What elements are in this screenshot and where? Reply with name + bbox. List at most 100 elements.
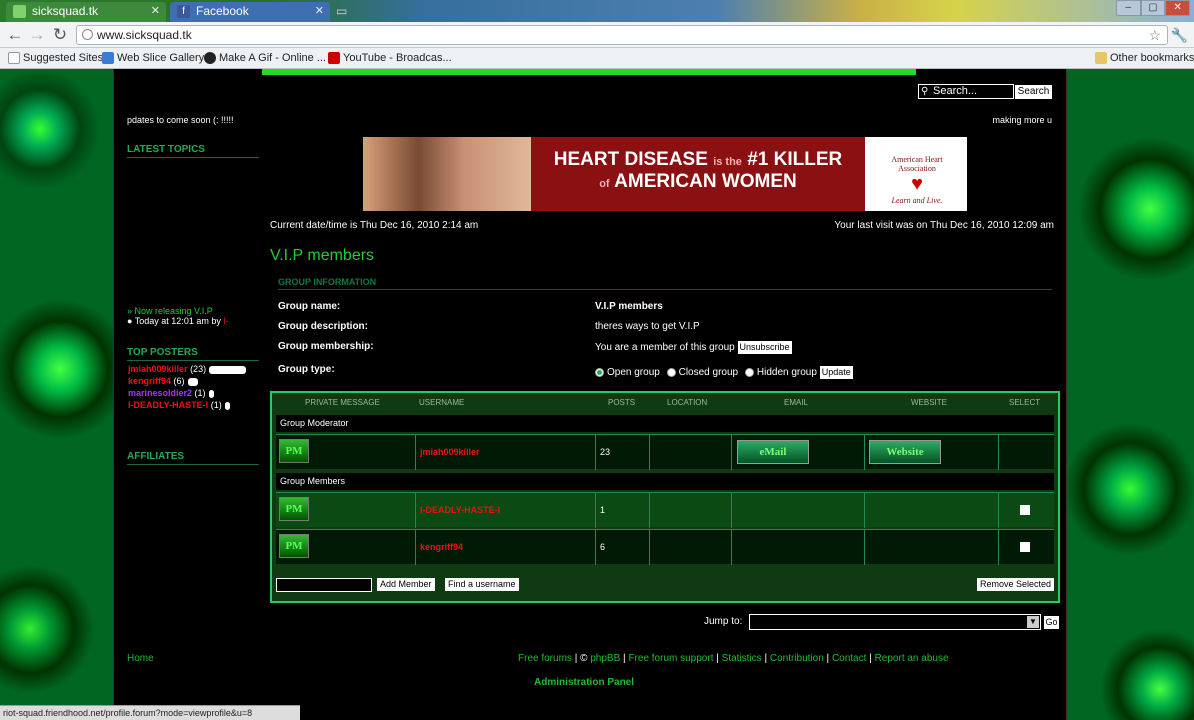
col-email: EMAIL — [784, 398, 809, 407]
page-icon — [8, 52, 20, 64]
jump-to-select[interactable]: ▼ — [749, 614, 1041, 630]
other-bookmarks[interactable]: Other bookmarks — [1095, 51, 1194, 66]
open-group-radio[interactable] — [595, 368, 604, 377]
top-poster-name[interactable]: kengriff94 — [128, 376, 171, 386]
group-description-label: Group description: — [278, 321, 368, 332]
go-button[interactable]: Go — [1044, 616, 1059, 629]
add-member-button[interactable]: Add Member — [377, 578, 435, 591]
banner-text: HEART DISEASE is the #1 KILLER of AMERIC… — [531, 137, 865, 211]
admin-panel-link[interactable]: Administration Panel — [534, 677, 634, 688]
pm-button[interactable]: PM — [279, 497, 309, 521]
top-poster-item: jmiah009killer (23) — [128, 364, 247, 374]
gif-icon — [204, 52, 216, 64]
tab-sicksquad[interactable]: sicksquad.tk ✕ — [6, 2, 166, 22]
forward-arrow-icon[interactable]: → — [26, 25, 48, 45]
close-tab-icon[interactable]: ✕ — [151, 2, 160, 21]
remove-selected-button[interactable]: Remove Selected — [976, 578, 1054, 591]
window-controls: – ▢ ✕ — [1116, 0, 1191, 16]
group-description-value: theres ways to get V.I.P — [595, 321, 700, 332]
group-name-label: Group name: — [278, 301, 341, 312]
close-tab-icon[interactable]: ✕ — [315, 2, 324, 21]
clock-icon: ● — [127, 316, 133, 326]
latest-topic-link[interactable]: » Now releasing V.I.P — [127, 306, 213, 316]
copyright-icon: © — [580, 653, 588, 664]
affiliates-heading: AFFILIATES — [127, 451, 259, 465]
bookmark-web-slice-gallery[interactable]: Web Slice Gallery — [102, 51, 204, 66]
posts-cell — [596, 530, 650, 565]
wrench-icon[interactable]: 🔧 — [1171, 27, 1188, 44]
col-private-message: PRIVATE MESSAGE — [305, 398, 380, 407]
top-poster-name[interactable]: marinesoldier2 — [128, 388, 192, 398]
bookmark-youtube[interactable]: YouTube - Broadcas... — [328, 51, 452, 66]
forum-frame: ⚲ Search... Search pdates to come soon (… — [113, 69, 1067, 720]
select-checkbox[interactable] — [1020, 542, 1030, 552]
search-button[interactable]: Search — [1015, 85, 1052, 99]
page-background: ⚲ Search... Search pdates to come soon (… — [0, 69, 1194, 720]
new-tab-button[interactable]: ▭ — [336, 4, 358, 18]
find-username-button[interactable]: Find a username — [445, 578, 519, 591]
add-member-input[interactable] — [276, 578, 372, 592]
username-cell — [416, 493, 596, 528]
latest-topic-author[interactable]: I- — [223, 316, 229, 326]
group-type-options: Open group Closed group Hidden group Upd… — [595, 366, 853, 379]
top-poster-bar — [208, 389, 214, 398]
back-arrow-icon[interactable]: ← — [4, 25, 26, 45]
table-row: PM jmiah009killer 23 eMail Website — [276, 434, 1054, 470]
banner-line1-small: is the — [713, 156, 742, 168]
email-cell — [732, 435, 865, 470]
radio-label: Closed group — [678, 367, 739, 379]
search-icon: ⚲ — [921, 86, 929, 97]
banner-line1-end: #1 KILLER — [747, 149, 843, 170]
col-select: SELECT — [1009, 398, 1041, 407]
banner-line2-small: of — [599, 178, 610, 190]
table-row: PM kengriff94 6 — [276, 529, 1054, 565]
select-checkbox[interactable] — [1020, 505, 1030, 515]
ad-banner[interactable]: HEART DISEASE is the #1 KILLER of AMERIC… — [363, 137, 967, 211]
bookmark-suggested-sites[interactable]: Suggested Sites — [8, 51, 103, 66]
group-name-value: V.I.P members — [595, 301, 663, 312]
bookmark-label: YouTube - Broadcas... — [343, 52, 452, 64]
top-poster-bar — [224, 401, 230, 410]
posts-cell — [596, 493, 650, 528]
tab-bar: sicksquad.tk ✕ f Facebook ✕ ▭ – ▢ ✕ — [0, 0, 1194, 22]
hidden-group-radio[interactable] — [744, 368, 754, 377]
close-window-button[interactable]: ✕ — [1165, 0, 1191, 16]
footer-home-link[interactable]: Home — [127, 653, 154, 664]
footer-link-phpbb[interactable]: phpBB — [590, 653, 620, 664]
address-bar[interactable]: www.sicksquad.tk ☆ — [76, 25, 1168, 45]
top-poster-count: (6) — [173, 376, 185, 386]
globe-icon — [82, 29, 93, 40]
minimize-button[interactable]: – — [1116, 0, 1141, 16]
pm-button[interactable]: PM — [279, 439, 309, 463]
pm-button[interactable]: PM — [279, 534, 309, 558]
posts-cell — [596, 435, 650, 470]
bookmark-make-a-gif[interactable]: Make A Gif - Online ... — [204, 51, 326, 66]
tab-facebook[interactable]: f Facebook ✕ — [170, 2, 330, 22]
footer-link-contact[interactable]: Contact — [832, 653, 866, 664]
unsubscribe-button[interactable]: Unsubscribe — [737, 341, 792, 354]
top-poster-item: I-DEADLY-HASTE-I (1) — [128, 400, 230, 410]
page-title: V.I.P members — [270, 247, 375, 264]
top-poster-name[interactable]: I-DEADLY-HASTE-I — [128, 400, 208, 410]
footer-link-statistics[interactable]: Statistics — [722, 653, 762, 664]
footer-link-report-abuse[interactable]: Report an abuse — [875, 653, 949, 664]
footer-link-support[interactable]: Free forum support — [628, 653, 713, 664]
email-cell — [732, 530, 865, 565]
latest-topics-heading: LATEST TOPICS — [127, 144, 259, 158]
search-input[interactable]: ⚲ Search... — [918, 84, 1014, 99]
bookmark-label: Make A Gif - Online ... — [219, 52, 326, 64]
footer-link-free-forums[interactable]: Free forums — [518, 653, 572, 664]
last-visit: Your last visit was on Thu Dec 16, 2010 … — [834, 220, 1054, 231]
top-poster-bar — [209, 365, 247, 374]
update-button[interactable]: Update — [819, 366, 853, 379]
bookmark-star-icon[interactable]: ☆ — [1148, 26, 1161, 44]
footer-link-contribution[interactable]: Contribution — [770, 653, 824, 664]
top-poster-bar — [187, 377, 198, 386]
maximize-button[interactable]: ▢ — [1140, 0, 1166, 16]
col-username: USERNAME — [419, 398, 465, 407]
bookmark-label: Suggested Sites — [23, 52, 104, 64]
top-poster-item: marinesoldier2 (1) — [128, 388, 214, 398]
reload-icon[interactable]: ↻ — [49, 25, 71, 45]
closed-group-radio[interactable] — [666, 368, 676, 377]
top-poster-name[interactable]: jmiah009killer — [128, 364, 188, 374]
